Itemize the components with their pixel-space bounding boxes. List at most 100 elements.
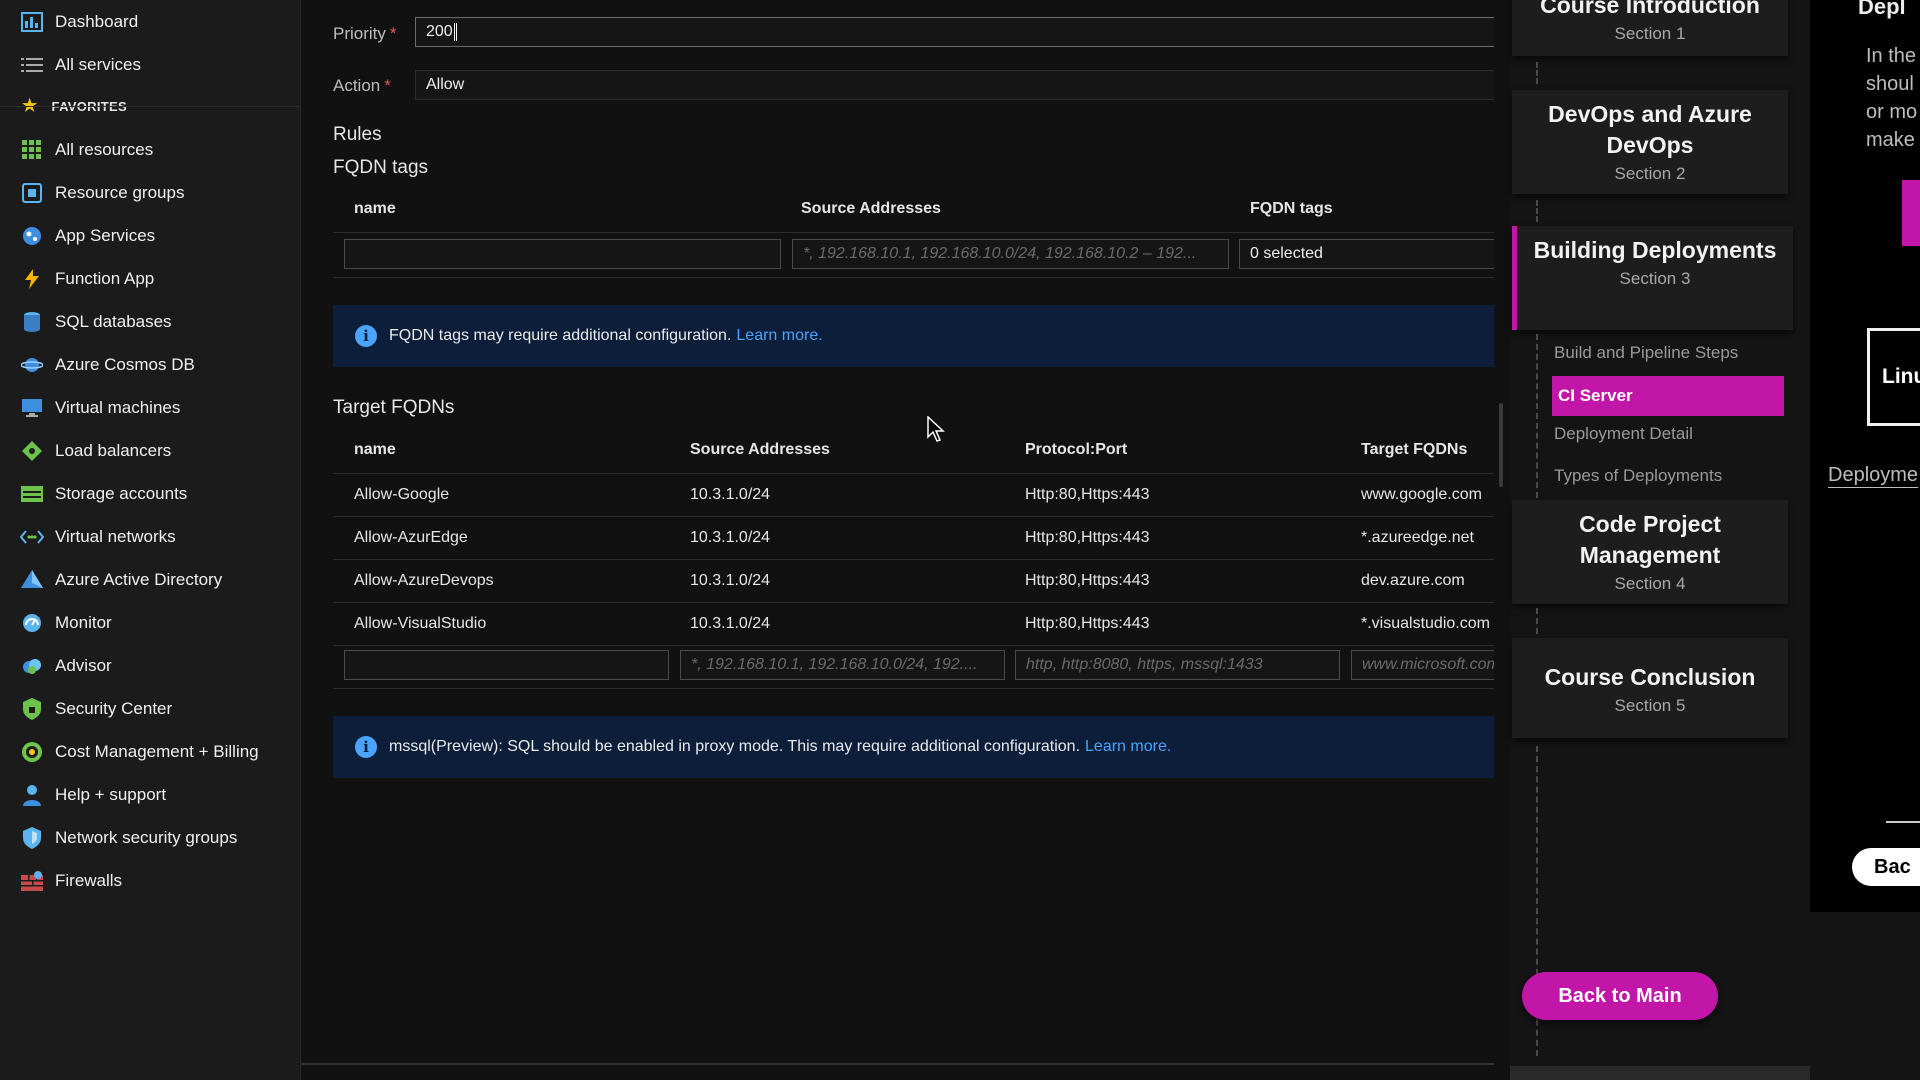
sidebar-item-firewalls[interactable]: Firewalls — [0, 860, 300, 902]
sidebar-item-virtual-machines[interactable]: Virtual machines — [0, 387, 300, 429]
fqdn-tags-title: FQDN tags — [333, 157, 429, 178]
list-icon — [20, 53, 44, 77]
shield-network-icon — [20, 826, 44, 850]
sidebar-item-azure-active-directory[interactable]: Azure Active Directory — [0, 559, 300, 601]
sidebar-item-help-support[interactable]: Help + support — [0, 774, 300, 816]
bolt-icon — [20, 267, 44, 291]
lesson-ci-server[interactable]: CI Server — [1552, 376, 1784, 416]
sidebar-item-sql-databases[interactable]: SQL databases — [0, 301, 300, 343]
cube-icon — [20, 181, 44, 205]
course-navigation: Course Introduction Section 1 DevOps and… — [1510, 0, 1810, 1080]
storage-icon — [20, 482, 44, 506]
column-header-name: name — [354, 441, 396, 458]
network-icon — [20, 525, 44, 549]
info-icon: i — [355, 736, 377, 758]
sidebar-item-load-balancers[interactable]: Load balancers — [0, 430, 300, 472]
coin-icon — [20, 740, 44, 764]
sidebar-item-all-services[interactable]: All services — [0, 44, 300, 86]
target-fqdn-target-input[interactable]: www.microsoft.com — [1351, 650, 1494, 680]
fqdn-tag-source-input[interactable]: *, 192.168.10.1, 192.168.10.0/24, 192.16… — [792, 239, 1229, 269]
lesson-deployment-detail[interactable]: Deployment Detail — [1554, 424, 1693, 444]
priority-label: Priority * — [333, 24, 397, 43]
planet-icon — [20, 353, 44, 377]
timeline-connector — [1536, 62, 1538, 84]
favorites-divider — [0, 106, 300, 107]
table-divider — [333, 559, 1494, 560]
course-section-5[interactable]: Course Conclusion Section 5 — [1512, 638, 1788, 738]
sidebar-item-network-security-groups[interactable]: Network security groups — [0, 817, 300, 859]
target-fqdns-title: Target FQDNs — [333, 397, 455, 418]
pyramid-icon — [20, 568, 44, 592]
sidebar-item-virtual-networks[interactable]: Virtual networks — [0, 516, 300, 558]
firewall-icon — [20, 869, 44, 893]
priority-input[interactable]: 200 — [415, 17, 1494, 47]
target-fqdn-source-input[interactable]: *, 192.168.10.1, 192.168.10.0/24, 192...… — [680, 650, 1005, 680]
diamond-icon — [20, 439, 44, 463]
preview-accent-block — [1902, 180, 1920, 246]
course-section-4[interactable]: Code Project Management Section 4 — [1512, 500, 1788, 604]
sidebar-item-label: Dashboard — [55, 12, 139, 31]
scrollbar-thumb[interactable] — [1499, 403, 1503, 487]
table-divider — [333, 602, 1494, 603]
learn-more-link[interactable]: Learn more. — [736, 327, 822, 345]
course-section-1[interactable]: Course Introduction Section 1 — [1512, 0, 1788, 56]
sidebar-item-resource-groups[interactable]: Resource groups — [0, 172, 300, 214]
preview-deployment-link[interactable]: Deployme — [1828, 464, 1919, 488]
fqdn-tag-name-input[interactable] — [344, 239, 781, 269]
column-header-protocol-port: Protocol:Port — [1025, 441, 1128, 458]
cloud-icon — [20, 654, 44, 678]
monitor-icon — [20, 396, 44, 420]
sidebar-item-storage-accounts[interactable]: Storage accounts — [0, 473, 300, 515]
table-divider — [333, 688, 1494, 689]
rules-title: Rules — [333, 124, 382, 145]
timeline-connector — [1536, 200, 1538, 222]
table-divider — [333, 473, 1494, 474]
mouse-cursor-icon — [927, 416, 945, 442]
lesson-types-of-deployments[interactable]: Types of Deployments — [1554, 466, 1722, 486]
target-fqdn-protocol-input[interactable]: http, http:8080, https, mssql:1433 — [1015, 650, 1340, 680]
sidebar-item-app-services[interactable]: App Services — [0, 215, 300, 257]
gauge-icon — [20, 611, 44, 635]
panel-footer — [1510, 1066, 1810, 1080]
sidebar-item-cosmos-db[interactable]: Azure Cosmos DB — [0, 344, 300, 386]
database-icon — [20, 310, 44, 334]
column-header-target-fqdns: Target FQDNs — [1361, 441, 1468, 458]
course-section-3[interactable]: Building Deployments Section 3 — [1512, 226, 1793, 330]
fqdn-tags-info-banner: i FQDN tags may require additional confi… — [333, 305, 1494, 367]
person-icon — [20, 783, 44, 807]
shield-icon — [20, 697, 44, 721]
preview-back-button[interactable]: Bac — [1852, 848, 1920, 886]
action-select[interactable]: Allow — [415, 70, 1494, 100]
target-fqdn-name-input[interactable] — [344, 650, 669, 680]
sidebar-item-security-center[interactable]: Security Center — [0, 688, 300, 730]
sidebar-item-function-app[interactable]: Function App — [0, 258, 300, 300]
column-header-source-addresses: Source Addresses — [690, 441, 830, 458]
table-divider — [333, 277, 1494, 278]
lesson-preview-panel: Depl In the shoul or mo make Linu Deploy… — [1810, 0, 1920, 1080]
info-icon: i — [355, 325, 377, 347]
rule-editor: Priority * 200 Action * Allow Rules FQDN t… — [301, 0, 1494, 1080]
sidebar: Dashboard All services ★ FAVORITES All r… — [0, 0, 300, 1080]
lesson-build-pipeline-steps[interactable]: Build and Pipeline Steps — [1554, 343, 1738, 363]
fqdn-tags-select[interactable]: 0 selected — [1239, 239, 1494, 269]
globe-icon — [20, 224, 44, 248]
sidebar-item-label: All services — [55, 55, 141, 74]
learn-more-link[interactable]: Learn more. — [1085, 738, 1171, 756]
column-header-fqdn-tags: FQDN tags — [1250, 200, 1333, 217]
preview-title: Depl — [1858, 0, 1906, 19]
sidebar-item-monitor[interactable]: Monitor — [0, 602, 300, 644]
preview-divider — [1886, 821, 1920, 823]
preview-linux-box[interactable]: Linu — [1867, 328, 1920, 426]
mssql-info-banner: i mssql(Preview): SQL should be enabled … — [333, 716, 1494, 778]
course-section-2[interactable]: DevOps and Azure DevOps Section 2 — [1512, 90, 1788, 194]
sidebar-item-advisor[interactable]: Advisor — [0, 645, 300, 687]
timeline-connector — [1536, 608, 1538, 634]
text-caret — [455, 23, 457, 41]
table-divider — [333, 516, 1494, 517]
sidebar-item-all-resources[interactable]: All resources — [0, 129, 300, 171]
back-to-main-button[interactable]: Back to Main — [1522, 972, 1718, 1020]
preview-text: In the shoul or mo make — [1866, 45, 1918, 151]
sidebar-item-cost-management[interactable]: Cost Management + Billing — [0, 731, 300, 773]
sidebar-item-dashboard[interactable]: Dashboard — [0, 1, 300, 43]
timeline-connector — [1536, 334, 1538, 498]
